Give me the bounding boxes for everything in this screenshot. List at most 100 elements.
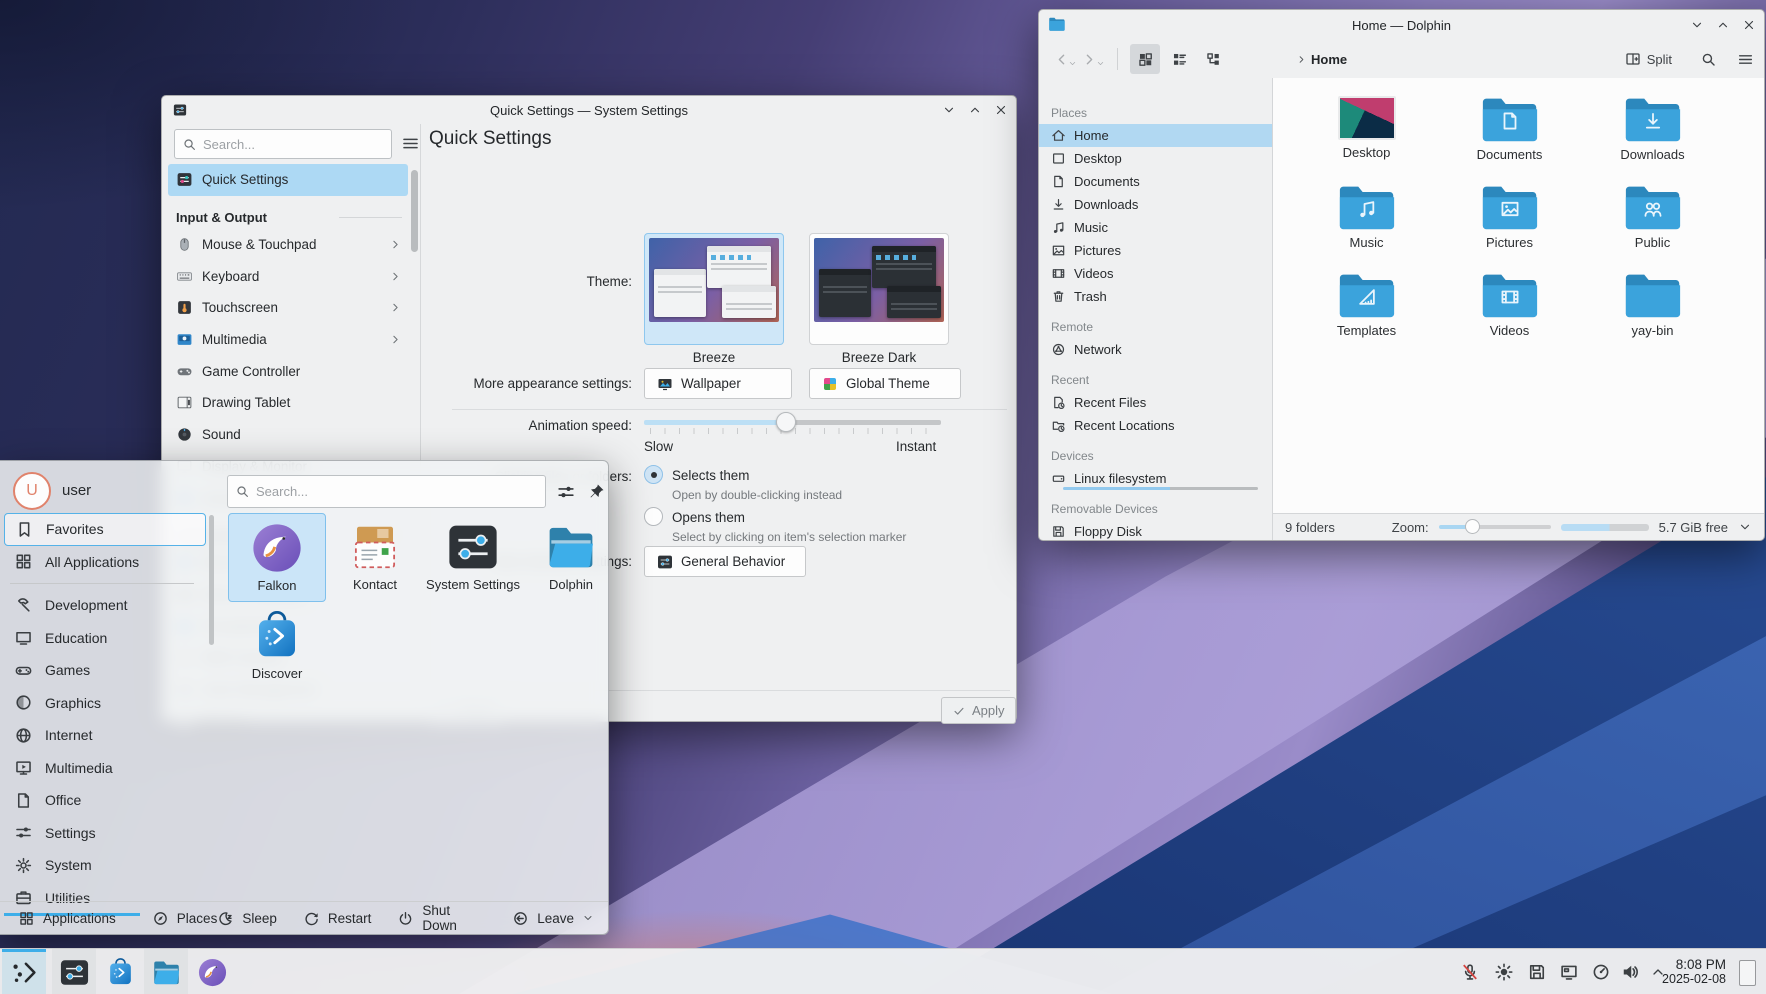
file-item[interactable]: Documents — [1438, 94, 1581, 182]
close-button[interactable] — [1742, 18, 1756, 32]
category-item[interactable]: Graphics — [4, 687, 206, 720]
avatar[interactable]: U — [13, 472, 51, 510]
footer-tab[interactable]: Places — [152, 910, 218, 927]
app-item[interactable]: Dolphin — [522, 513, 620, 602]
wallpaper-button[interactable]: Wallpaper — [644, 368, 792, 399]
minimize-button[interactable] — [942, 103, 956, 117]
place-item[interactable]: Recent Locations — [1039, 414, 1272, 437]
system-settings-titlebar[interactable]: Quick Settings — System Settings — [162, 96, 1016, 124]
close-button[interactable] — [994, 103, 1008, 117]
hamburger-menu-icon[interactable] — [401, 134, 420, 153]
maximize-button[interactable] — [968, 103, 982, 117]
brightness-icon[interactable] — [1494, 962, 1514, 982]
place-item[interactable]: Network — [1039, 338, 1272, 361]
file-item[interactable]: Videos — [1438, 270, 1581, 358]
peek-desktop-button[interactable] — [1739, 960, 1756, 986]
search-icon[interactable] — [1700, 51, 1717, 68]
hamburger-menu-icon[interactable] — [1737, 51, 1754, 68]
split-button[interactable]: Split — [1617, 46, 1680, 72]
back-button[interactable] — [1053, 51, 1077, 68]
place-item[interactable]: Documents — [1039, 170, 1272, 193]
dolphin-titlebar[interactable]: Home — Dolphin — [1039, 10, 1764, 40]
settings-search-input[interactable] — [174, 129, 392, 159]
category-item[interactable]: Office — [4, 784, 206, 817]
vaults-icon[interactable] — [1527, 962, 1547, 982]
radio-opens-them[interactable] — [644, 507, 663, 526]
general-behavior-button[interactable]: General Behavior — [644, 546, 806, 577]
category-item[interactable]: Development — [4, 589, 206, 622]
category-item[interactable]: System — [4, 849, 206, 882]
footer-tab[interactable]: Applications — [18, 910, 116, 927]
file-item[interactable]: Public — [1581, 182, 1724, 270]
task-falkon[interactable] — [190, 949, 234, 994]
launcher-search-input[interactable] — [227, 475, 546, 508]
file-item[interactable]: Music — [1295, 182, 1438, 270]
maximize-button[interactable] — [1716, 18, 1730, 32]
session-action[interactable]: Leave — [512, 903, 594, 933]
task-dolphin[interactable] — [144, 949, 188, 994]
session-action[interactable]: Restart — [303, 903, 372, 933]
zoom-slider[interactable] — [1439, 525, 1551, 529]
forward-button[interactable] — [1081, 51, 1105, 68]
microphone-muted-icon[interactable] — [1460, 962, 1480, 982]
animation-speed-slider[interactable] — [644, 412, 941, 438]
theme-breeze-card[interactable] — [644, 233, 784, 345]
place-item[interactable]: Floppy Disk — [1039, 520, 1272, 540]
place-item[interactable]: Music — [1039, 216, 1272, 239]
application-launcher-button[interactable] — [2, 949, 46, 994]
global-theme-button[interactable]: Global Theme — [809, 368, 961, 399]
place-item[interactable]: Desktop — [1039, 147, 1272, 170]
task-system-settings[interactable] — [52, 949, 96, 994]
session-action[interactable]: Shut Down — [397, 903, 486, 933]
settings-sidebar-item[interactable]: Game Controller — [168, 355, 408, 387]
app-item[interactable]: Discover — [228, 602, 326, 691]
breadcrumb[interactable]: Home — [1296, 52, 1347, 67]
digital-clock[interactable]: 8:08 PM 2025-02-08 — [1636, 957, 1726, 987]
place-item[interactable]: Recent Files — [1039, 391, 1272, 414]
category-item[interactable]: Favorites — [4, 513, 206, 546]
breadcrumb-home[interactable]: Home — [1311, 52, 1347, 67]
place-item[interactable]: Videos — [1039, 262, 1272, 285]
category-item[interactable]: Education — [4, 622, 206, 655]
place-item[interactable]: Trash — [1039, 285, 1272, 308]
settings-sidebar-item[interactable]: Sound — [168, 419, 408, 451]
icons-view-button[interactable] — [1130, 44, 1160, 74]
place-item[interactable]: Downloads — [1039, 193, 1272, 216]
apply-button[interactable]: Apply — [941, 697, 1016, 724]
zoom-slider-handle[interactable] — [1465, 519, 1480, 534]
settings-sidebar-item[interactable]: Mouse & Touchpad — [168, 229, 408, 261]
screen-layout-icon[interactable] — [1559, 962, 1579, 982]
file-item[interactable]: Templates — [1295, 270, 1438, 358]
theme-breeze-dark-card[interactable] — [809, 233, 949, 345]
file-item[interactable]: yay-bin — [1581, 270, 1724, 358]
sidebar-scrollbar[interactable] — [411, 170, 418, 252]
category-item[interactable]: Internet — [4, 719, 206, 752]
chevron-down-icon[interactable] — [1738, 520, 1752, 534]
file-item[interactable]: Desktop — [1295, 94, 1438, 182]
slider-handle[interactable] — [776, 412, 796, 432]
category-item[interactable]: Games — [4, 654, 206, 687]
pin-icon[interactable] — [586, 482, 606, 502]
task-discover[interactable] — [98, 949, 142, 994]
performance-icon[interactable] — [1591, 962, 1611, 982]
app-item[interactable]: Kontact — [326, 513, 424, 602]
place-item[interactable]: Pictures — [1039, 239, 1272, 262]
settings-sidebar-item[interactable]: Keyboard — [168, 260, 408, 292]
app-item[interactable]: Falkon — [228, 513, 326, 602]
category-item[interactable]: Settings — [4, 817, 206, 850]
category-item[interactable]: Multimedia — [4, 752, 206, 785]
settings-sidebar-item[interactable]: Quick Settings — [168, 164, 408, 196]
place-item[interactable]: Linux filesystem — [1039, 467, 1272, 490]
place-item[interactable]: Home — [1039, 124, 1272, 147]
category-item[interactable]: All Applications — [4, 546, 206, 579]
radio-selects-them[interactable] — [644, 465, 663, 484]
minimize-button[interactable] — [1690, 18, 1704, 32]
settings-sidebar-item[interactable]: Multimedia — [168, 324, 408, 356]
details-view-button[interactable] — [1164, 44, 1194, 74]
file-item[interactable]: Downloads — [1581, 94, 1724, 182]
settings-sidebar-item[interactable]: Touchscreen — [168, 292, 408, 324]
configure-icon[interactable] — [556, 482, 576, 502]
session-action[interactable]: Sleep — [217, 903, 277, 933]
file-item[interactable]: Pictures — [1438, 182, 1581, 270]
launcher-scrollbar[interactable] — [209, 515, 214, 645]
